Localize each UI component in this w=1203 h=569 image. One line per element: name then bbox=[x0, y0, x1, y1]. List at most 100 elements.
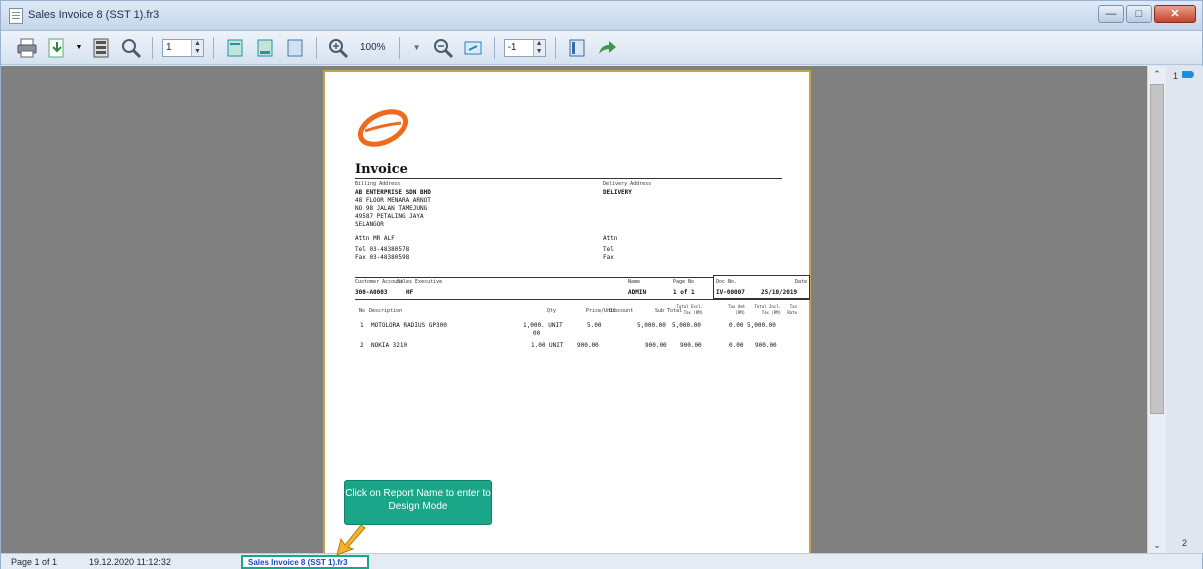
zoom-dropdown[interactable]: ▼ bbox=[409, 36, 425, 60]
page-number-input[interactable]: 1 ▲ ▼ bbox=[162, 38, 204, 57]
status-page: Page 1 of 1 bbox=[11, 557, 58, 567]
export-button[interactable] bbox=[45, 36, 69, 60]
row-1-subtotal: 5,000.00 bbox=[637, 322, 666, 329]
zoom-in-icon bbox=[329, 38, 349, 58]
page-navigator-panel[interactable] bbox=[1166, 66, 1203, 553]
design-button[interactable] bbox=[595, 36, 619, 60]
sales-exec-label: Sales Executive bbox=[397, 279, 443, 285]
attn-left: Attn MR ALF bbox=[355, 235, 395, 242]
first-page-button[interactable] bbox=[223, 36, 247, 60]
scroll-up-icon[interactable]: ⌃ bbox=[1148, 66, 1166, 82]
page-icon bbox=[257, 39, 273, 56]
callout-arrow-icon bbox=[336, 524, 366, 556]
zoom-out-icon bbox=[433, 38, 453, 58]
maximize-button[interactable]: □ bbox=[1126, 5, 1152, 23]
row-1-no: 1 bbox=[360, 322, 364, 329]
col-total-excl: Total Excl. Tax (RM) bbox=[676, 304, 704, 315]
header-divider bbox=[355, 277, 713, 278]
company-logo bbox=[357, 109, 409, 147]
current-page-flag-icon bbox=[1182, 71, 1194, 78]
row-1-qty: 1,000. UNIT bbox=[523, 322, 563, 329]
col-tax-amt: Tax Amt (RM) bbox=[728, 304, 745, 315]
page-icon bbox=[287, 39, 303, 56]
toolbar-separator bbox=[213, 36, 214, 59]
callout-tooltip: Click on Report Name to enter to Design … bbox=[344, 480, 492, 525]
title-divider bbox=[355, 178, 782, 179]
status-bar: Page 1 of 1 19.12.2020 11:12:32 Sales In… bbox=[1, 553, 1202, 569]
doc-no-label: Doc No. bbox=[716, 279, 738, 285]
page-settings-button[interactable] bbox=[565, 36, 589, 60]
export-dropdown[interactable]: ▼ bbox=[75, 36, 83, 60]
sales-exec: HF bbox=[406, 289, 414, 296]
page-marker-top[interactable]: 1 bbox=[1173, 71, 1178, 81]
fit-icon bbox=[464, 41, 482, 54]
col-qty: Qty bbox=[547, 308, 557, 314]
chevron-down-icon: ▼ bbox=[75, 44, 83, 51]
spin-arrows-icon[interactable]: ▲ ▼ bbox=[532, 39, 545, 56]
toolbar: ▼ 1 ▲ ▼ 100% ▼ -1 ▲ ▼ bbox=[1, 31, 1202, 65]
report-name-link[interactable]: Sales Invoice 8 (SST 1).fr3 bbox=[241, 555, 369, 569]
export-icon bbox=[48, 38, 64, 57]
page-number-value: 1 bbox=[166, 42, 172, 53]
window-title: Sales Invoice 8 (SST 1).fr3 bbox=[28, 9, 160, 21]
row-1-qty-2: 00 bbox=[533, 330, 541, 337]
zoom-level: 100% bbox=[360, 42, 386, 53]
whole-page-button[interactable] bbox=[253, 36, 277, 60]
fit-page-button[interactable] bbox=[461, 36, 485, 60]
zoom-out-button[interactable] bbox=[431, 36, 455, 60]
print-button[interactable] bbox=[15, 36, 39, 60]
find-button[interactable] bbox=[119, 36, 143, 60]
billing-address-label: Billing Address bbox=[355, 181, 401, 187]
billing-line-1: 48 FLOOR MENARA ARNOT bbox=[355, 197, 431, 204]
status-datetime: 19.12.2020 11:12:32 bbox=[89, 557, 171, 567]
scrollbar-thumb[interactable] bbox=[1150, 84, 1164, 414]
col-total-incl: Total Incl. Tax (RM) bbox=[754, 304, 782, 315]
billing-name: AB ENTERPRISE SDN BHD bbox=[355, 189, 431, 196]
col-description: Description bbox=[369, 308, 403, 314]
name-value: ADMIN bbox=[628, 289, 647, 296]
tel-right: Tel bbox=[603, 246, 614, 253]
invoice-title: Invoice bbox=[355, 162, 408, 177]
row-2-qty: 1.00 UNIT bbox=[531, 342, 564, 349]
row-2-no: 2 bbox=[360, 342, 364, 349]
toolbar-separator bbox=[398, 36, 400, 59]
billing-line-2: NO 98 JALAN TAMEJUNG bbox=[355, 205, 428, 212]
vertical-scrollbar[interactable]: ⌃ ⌄ bbox=[1147, 66, 1166, 553]
row-2-incl: 900.00 bbox=[755, 342, 777, 349]
billing-line-4: SELANGOR bbox=[355, 221, 384, 228]
chevron-down-icon: ▼ bbox=[412, 43, 421, 52]
col-tax-rate: Tax Rate bbox=[787, 304, 797, 315]
row-1-desc: MOTOLORA RADIUS GP300 bbox=[371, 322, 447, 329]
toolbar-separator bbox=[554, 36, 556, 59]
outline-button[interactable] bbox=[89, 36, 113, 60]
close-button[interactable]: ✕ bbox=[1154, 5, 1196, 23]
billing-line-3: 49587 PETALING JAYA bbox=[355, 213, 424, 220]
outline-icon bbox=[93, 38, 109, 57]
doc-no: IV-00007 bbox=[716, 289, 745, 296]
page-no-value: 1 of 1 bbox=[673, 289, 695, 296]
report-preview-area[interactable] bbox=[1, 66, 1166, 553]
minimize-button[interactable]: — bbox=[1098, 5, 1124, 23]
toolbar-separator bbox=[316, 36, 317, 59]
page-setup-icon bbox=[569, 39, 585, 56]
row-1-excl: 5,000.00 bbox=[672, 322, 701, 329]
page-marker-bottom[interactable]: 2 bbox=[1182, 538, 1187, 548]
printer-icon bbox=[17, 38, 37, 57]
fax-left: Fax 03-48380598 bbox=[355, 254, 410, 261]
toolbar-separator bbox=[493, 36, 495, 59]
row-2-desc: NOKIA 3210 bbox=[371, 342, 408, 349]
search-icon bbox=[122, 38, 142, 58]
row-2-subtotal: 900.00 bbox=[645, 342, 667, 349]
page-width-input[interactable]: -1 ▲ ▼ bbox=[503, 38, 546, 57]
spin-arrows-icon[interactable]: ▲ ▼ bbox=[191, 39, 203, 56]
page-width-button[interactable] bbox=[283, 36, 307, 60]
delivery-name: DELIVERY bbox=[603, 189, 632, 196]
attn-right: Attn bbox=[603, 235, 618, 242]
name-label: Name bbox=[628, 279, 641, 285]
scroll-down-icon[interactable]: ⌄ bbox=[1148, 537, 1166, 553]
customer-account-label: Customer Account bbox=[355, 279, 404, 285]
page-no-label: Page No bbox=[673, 279, 695, 285]
page-icon bbox=[227, 39, 243, 56]
zoom-in-button[interactable] bbox=[326, 36, 350, 60]
fax-right: Fax bbox=[603, 254, 614, 261]
